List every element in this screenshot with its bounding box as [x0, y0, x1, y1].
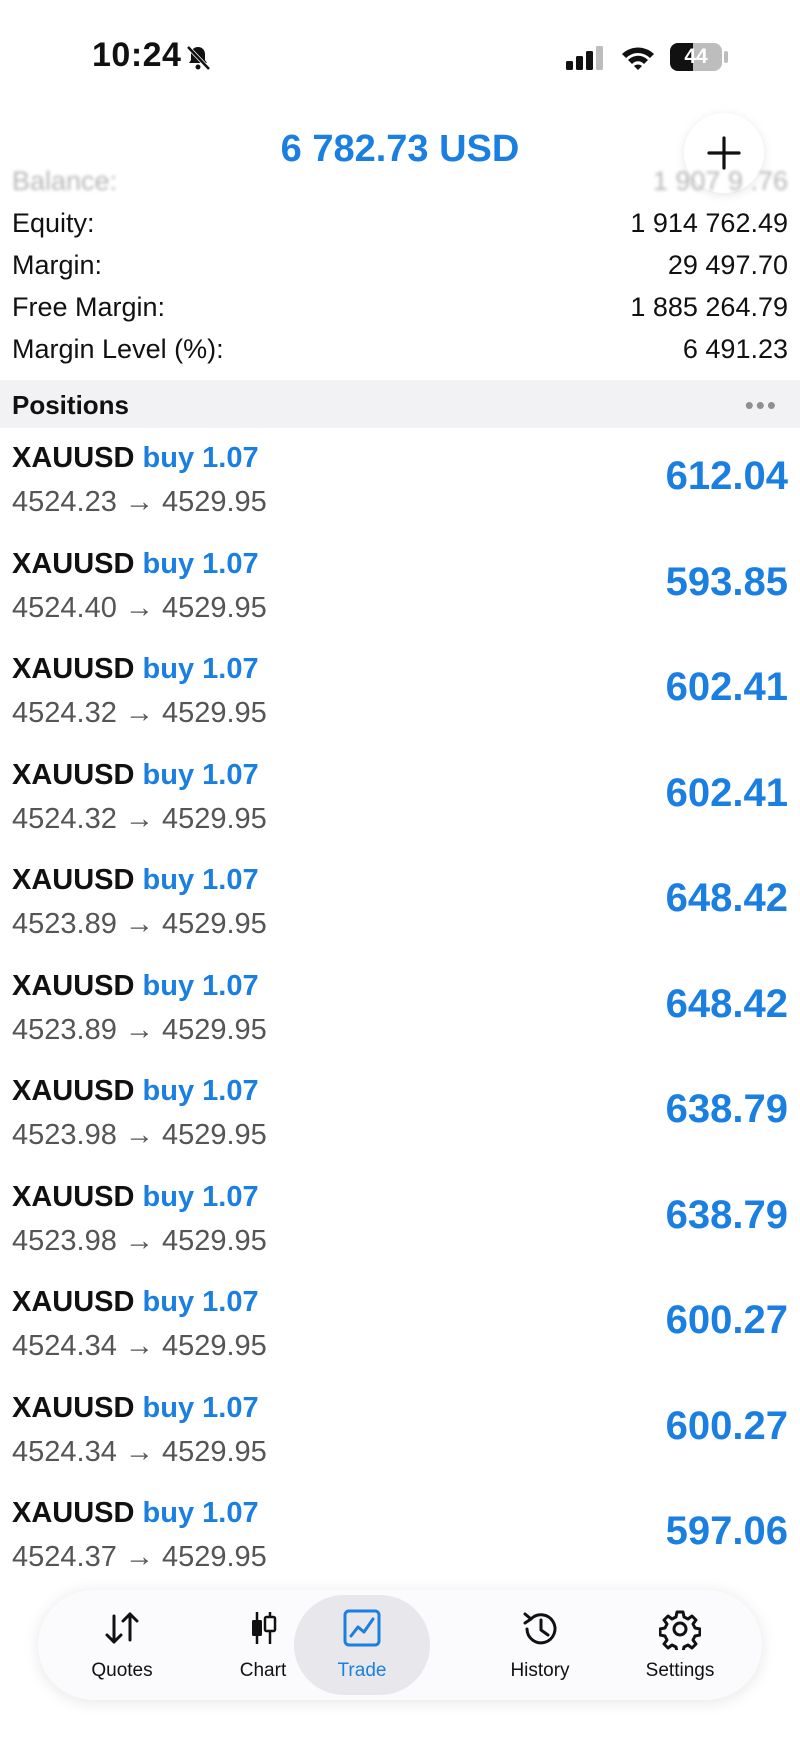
more-options-icon[interactable]: ••• [745, 390, 778, 421]
position-type: buy 1.07 [142, 653, 259, 685]
equity-label: Equity: [12, 208, 95, 238]
position-symbol: XAUUSD [12, 653, 135, 685]
position-prices: 4523.89 → 4529.95 [12, 1013, 267, 1046]
tab-trade-label: Trade [337, 1660, 387, 1681]
position-row[interactable]: XAUUSD buy 1.07 4523.98 → 4529.95 638.79 [0, 1167, 800, 1273]
position-profit: 648.42 [665, 981, 788, 1026]
equity-row: Equity: 1 914 762.49 [12, 208, 788, 239]
position-symbol: XAUUSD [12, 1391, 135, 1424]
tab-quotes[interactable]: Quotes [52, 1590, 192, 1700]
quotes-arrows-icon [105, 1612, 139, 1644]
position-type: buy 1.07 [142, 1075, 259, 1107]
total-profit: 6 782.73 USD [280, 128, 520, 170]
position-prices: 4523.98 → 4529.95 [12, 1224, 267, 1257]
margin-level-row: Margin Level (%): 6 491.23 [12, 334, 788, 365]
position-row[interactable]: XAUUSD buy 1.07 4523.89 → 4529.95 648.42 [0, 956, 800, 1062]
position-row[interactable]: XAUUSD buy 1.07 4524.37 → 4529.95 597.06 [0, 1483, 800, 1589]
position-profit: 638.79 [665, 1087, 788, 1131]
position-prices: 4523.98 → 4529.95 [12, 1119, 267, 1151]
position-profit: 593.85 [665, 559, 788, 604]
gear-icon [659, 1610, 701, 1650]
position-type: buy 1.07 [142, 442, 259, 474]
balance-row: Balance: 1 907 9 .76 [12, 166, 788, 197]
position-symbol: XAUUSD [12, 1180, 135, 1213]
free-margin-row: Free Margin: 1 885 264.79 [12, 292, 788, 323]
candlestick-icon [252, 1612, 277, 1644]
history-clock-icon [523, 1612, 557, 1645]
position-row[interactable]: XAUUSD buy 1.07 4524.32 → 4529.95 602.41 [0, 639, 800, 745]
trade-chart-icon [343, 1609, 381, 1647]
position-row[interactable]: XAUUSD buy 1.07 4523.98 → 4529.95 638.79 [0, 1061, 800, 1167]
free-margin-value: 1 885 264.79 [630, 292, 788, 322]
tab-settings[interactable]: Settings [610, 1590, 750, 1700]
battery-level: 44 [684, 45, 708, 68]
balance-label: Balance: [12, 166, 118, 196]
margin-level-value: 6 491.23 [682, 334, 788, 364]
position-profit: 600.27 [665, 1298, 788, 1342]
position-prices: 4524.34 → 4529.95 [12, 1330, 267, 1362]
margin-level-label: Margin Level (%): [12, 334, 224, 364]
position-profit: 648.42 [665, 876, 788, 920]
positions-title: Positions [12, 390, 130, 420]
position-symbol: XAUUSD [12, 969, 135, 1002]
balance-value: 1 907 9 .76 [652, 166, 788, 196]
position-type: buy 1.07 [142, 1286, 259, 1318]
tab-quotes-label: Quotes [91, 1660, 153, 1681]
tab-history-label: History [510, 1660, 570, 1681]
positions-header: Positions ••• [0, 380, 800, 428]
position-prices: 4524.37 → 4529.95 [12, 1541, 267, 1573]
position-prices: 4524.32 → 4529.95 [12, 697, 267, 729]
wifi-icon [622, 47, 654, 70]
position-type: buy 1.07 [142, 1497, 259, 1529]
position-row[interactable]: XAUUSD buy 1.07 4523.89 → 4529.95 648.42 [0, 850, 800, 956]
free-margin-label: Free Margin: [12, 292, 166, 322]
status-time: 10:24 [92, 36, 182, 74]
equity-value: 1 914 762.49 [630, 208, 788, 238]
position-symbol: XAUUSD [12, 864, 135, 896]
margin-value: 29 497.70 [667, 250, 788, 280]
position-profit: 597.06 [665, 1509, 788, 1553]
position-symbol: XAUUSD [12, 442, 135, 474]
position-row[interactable]: XAUUSD buy 1.07 4524.32 → 4529.95 602.41 [0, 745, 800, 851]
positions-list: XAUUSD buy 1.07 4524.23 → 4529.95 612.04… [0, 428, 800, 1589]
position-profit: 638.79 [665, 1192, 788, 1237]
position-type: buy 1.07 [142, 547, 259, 580]
position-row[interactable]: XAUUSD buy 1.07 4524.34 → 4529.95 600.27 [0, 1272, 800, 1378]
position-profit: 612.04 [665, 454, 788, 498]
position-symbol: XAUUSD [12, 758, 135, 791]
tab-settings-label: Settings [645, 1660, 715, 1681]
position-prices: 4524.40 → 4529.95 [12, 591, 267, 624]
tab-trade[interactable]: Trade [294, 1595, 430, 1695]
margin-row: Margin: 29 497.70 [12, 250, 788, 281]
position-profit: 602.41 [665, 665, 788, 709]
bell-muted-icon [186, 45, 211, 71]
position-type: buy 1.07 [142, 1180, 259, 1213]
position-symbol: XAUUSD [12, 547, 135, 580]
battery-icon: 44 [670, 43, 722, 71]
position-profit: 600.27 [665, 1403, 788, 1448]
position-type: buy 1.07 [142, 969, 259, 1002]
status-bar: 10:24 44 [0, 0, 800, 110]
position-prices: 4523.89 → 4529.95 [12, 908, 267, 940]
tab-history[interactable]: History [470, 1590, 610, 1700]
margin-label: Margin: [12, 250, 103, 280]
position-type: buy 1.07 [142, 758, 259, 791]
position-row[interactable]: XAUUSD buy 1.07 4524.34 → 4529.95 600.27 [0, 1378, 800, 1484]
position-symbol: XAUUSD [12, 1497, 135, 1529]
position-prices: 4524.34 → 4529.95 [12, 1435, 267, 1468]
position-row[interactable]: XAUUSD buy 1.07 4524.23 → 4529.95 612.04 [0, 428, 800, 534]
position-type: buy 1.07 [142, 864, 259, 896]
position-profit: 602.41 [665, 770, 788, 815]
position-prices: 4524.32 → 4529.95 [12, 802, 267, 835]
position-symbol: XAUUSD [12, 1075, 135, 1107]
bottom-tab-bar: Quotes Chart Trade History Settings [38, 1590, 762, 1700]
position-prices: 4524.23 → 4529.95 [12, 486, 267, 518]
position-symbol: XAUUSD [12, 1286, 135, 1318]
plus-icon [707, 136, 741, 170]
position-type: buy 1.07 [142, 1391, 259, 1424]
cellular-signal-icon [566, 46, 603, 70]
position-row[interactable]: XAUUSD buy 1.07 4524.40 → 4529.95 593.85 [0, 534, 800, 640]
